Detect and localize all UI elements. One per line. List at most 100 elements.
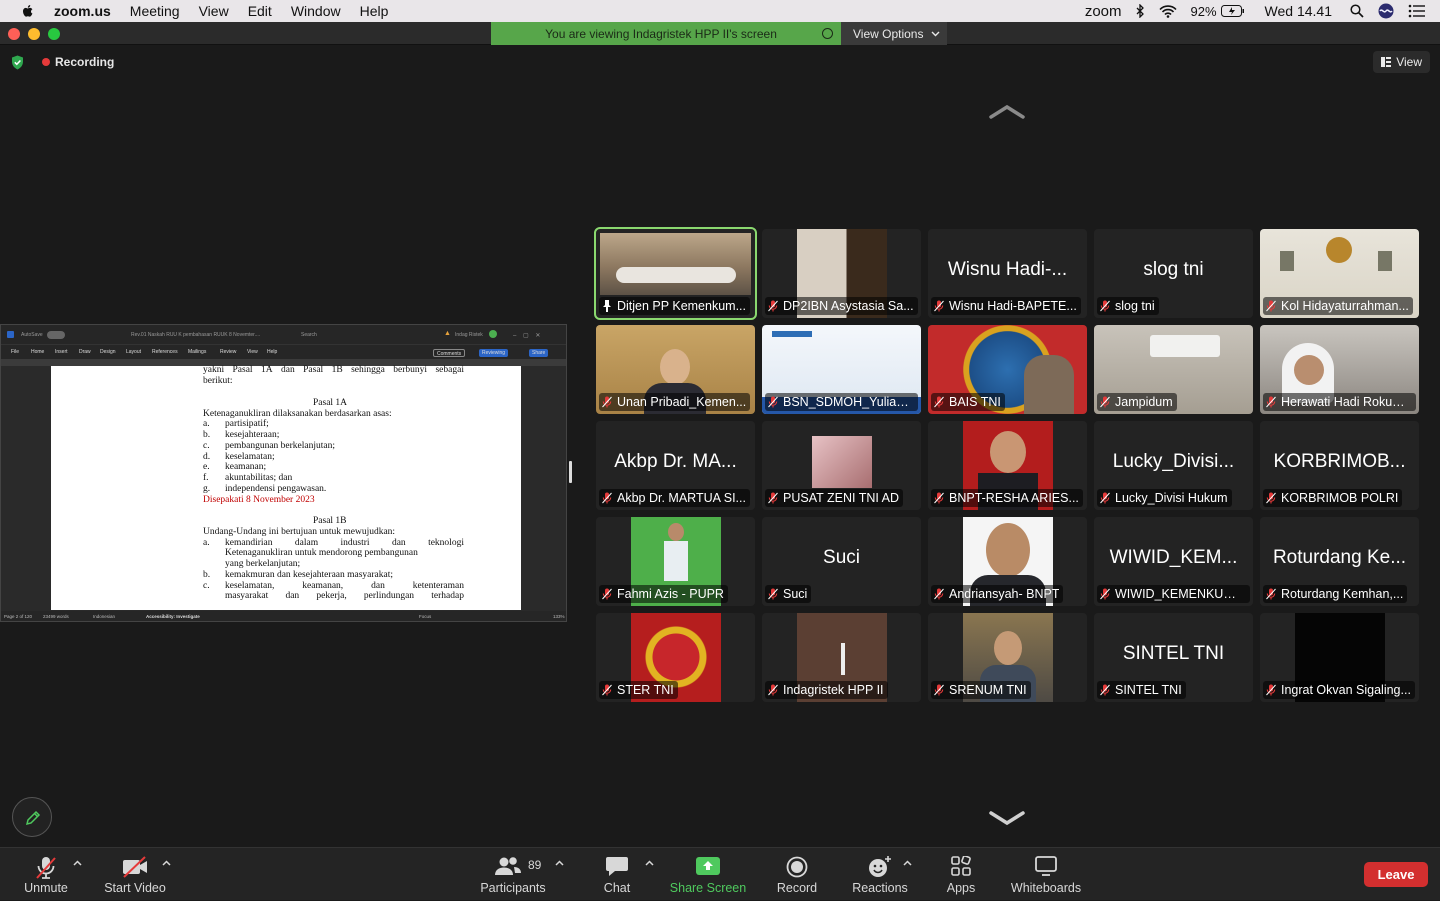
participant-tile[interactable]: PUSAT ZENI TNI AD [762, 421, 921, 510]
muted-mic-icon [1266, 492, 1276, 504]
pin-icon [603, 300, 611, 312]
participant-tile[interactable]: SINTEL TNI SINTEL TNI [1094, 613, 1253, 702]
participant-tile[interactable]: Indagristek HPP II [762, 613, 921, 702]
muted-mic-icon [768, 396, 778, 408]
participant-tile[interactable]: WIWID_KEM... WIWID_KEMENKUMH... [1094, 517, 1253, 606]
word-status-zoom: 133% [553, 614, 565, 619]
participant-tile[interactable]: Kol Hidayaturrahman... [1260, 229, 1419, 318]
participant-tile[interactable]: Ditjen PP Kemenkum... [594, 227, 757, 320]
participant-name-label: Kol Hidayaturrahman... [1263, 297, 1413, 315]
participant-name: Ditjen PP Kemenkum... [617, 299, 746, 313]
recording-indicator[interactable]: Recording [42, 55, 114, 69]
participant-tile[interactable]: Fahmi Azis - PUPR [596, 517, 755, 606]
start-video-label: Start Video [104, 881, 166, 895]
close-window-button[interactable] [8, 28, 20, 40]
participant-video [1294, 355, 1324, 385]
reactions-caret-icon[interactable] [903, 859, 912, 868]
participant-tile[interactable]: STER TNI [596, 613, 755, 702]
muted-mic-icon [1100, 492, 1110, 504]
view-grid-icon [1381, 57, 1392, 67]
start-video-button[interactable]: Start Video [98, 848, 172, 901]
shared-screen[interactable]: AutoSave Rev.01 Naskah RUU K pembahasan … [0, 324, 567, 622]
record-button[interactable]: Record [772, 848, 822, 901]
word-status-accessibility: Accessibility: Investigate [146, 614, 200, 619]
menubar-clock[interactable]: Wed 14.41 [1265, 3, 1332, 19]
info-icon[interactable] [822, 28, 833, 39]
whiteboards-button[interactable]: Whiteboards [1006, 848, 1086, 901]
zoom-window-button[interactable] [48, 28, 60, 40]
participant-name-label: KORBRIMOB POLRI [1263, 489, 1403, 507]
participant-tile[interactable]: Ingrat Okvan Sigaling... [1260, 613, 1419, 702]
share-screen-button[interactable]: Share Screen [666, 848, 750, 901]
menu-view[interactable]: View [199, 3, 229, 19]
participant-tile[interactable]: slog tni slog tni [1094, 229, 1253, 318]
share-screen-icon [696, 857, 720, 875]
participant-tile[interactable]: DP2IBN Asystasia Sa... [762, 229, 921, 318]
menu-app-name[interactable]: zoom.us [54, 3, 111, 19]
control-center-icon[interactable] [1408, 4, 1426, 18]
menu-help[interactable]: Help [360, 3, 389, 19]
doc-list-item: partisipatif; [225, 419, 269, 429]
participant-name: KORBRIMOB POLRI [1281, 491, 1399, 505]
zoom-status-label[interactable]: zoom [1085, 3, 1122, 20]
muted-mic-icon [768, 300, 778, 312]
participant-tile[interactable]: BSN_SDMOH_Yuliand... [762, 325, 921, 414]
participant-tile[interactable]: Jampidum [1094, 325, 1253, 414]
participant-tile[interactable]: Herawati Hadi Rokum... [1260, 325, 1419, 414]
participant-tile[interactable]: BNPT-RESHA ARIES... [928, 421, 1087, 510]
audio-options-caret-icon[interactable] [73, 859, 82, 868]
participants-count: 89 [528, 858, 542, 872]
chevron-down-icon [931, 31, 940, 36]
leave-button[interactable]: Leave [1364, 862, 1428, 887]
participant-tile[interactable]: Lucky_Divisi... Lucky_Divisi Hukum [1094, 421, 1253, 510]
minimize-window-button[interactable] [28, 28, 40, 40]
participant-tile[interactable]: BAIS TNI [928, 325, 1087, 414]
participant-tile[interactable]: Unan Pribadi_Kemen... [596, 325, 755, 414]
participant-tile[interactable]: Roturdang Ke... Roturdang Kemhan,... [1260, 517, 1419, 606]
doc-list-marker: g. [203, 484, 211, 494]
participant-tile[interactable]: Andriansyah- BNPT [928, 517, 1087, 606]
autosave-label: AutoSave [21, 332, 43, 338]
participant-display-name: Suci [823, 547, 860, 568]
muted-mic-icon [1266, 396, 1276, 408]
spotlight-search-icon[interactable] [1350, 4, 1364, 18]
participant-name-label: Akbp Dr. MARTUA SI... [599, 489, 750, 507]
participant-tile[interactable]: Suci Suci [762, 517, 921, 606]
wifi-icon[interactable] [1158, 4, 1177, 18]
apps-label: Apps [946, 881, 976, 895]
unmute-button[interactable]: Unmute [18, 848, 74, 901]
menu-edit[interactable]: Edit [248, 3, 272, 19]
participant-video [841, 643, 845, 675]
doc-list-marker: b. [203, 570, 211, 580]
view-options-button[interactable]: View Options [841, 22, 947, 45]
apps-icon [951, 856, 971, 876]
chat-button[interactable]: Chat [596, 848, 638, 901]
muted-mic-icon [768, 684, 778, 696]
bluetooth-icon[interactable] [1136, 4, 1145, 18]
doc-list-item: Ketenaganukliran untuk mendorong pembang… [225, 548, 418, 558]
gallery-page-up-icon[interactable] [988, 103, 1026, 121]
participant-tile[interactable]: Akbp Dr. MA... Akbp Dr. MARTUA SI... [596, 421, 755, 510]
annotate-button[interactable] [12, 797, 52, 837]
muted-mic-icon [768, 492, 778, 504]
apps-button[interactable]: Apps [940, 848, 982, 901]
participant-tile[interactable]: Wisnu Hadi-... Wisnu Hadi-BAPETE... [928, 229, 1087, 318]
video-options-caret-icon[interactable] [162, 859, 171, 868]
participant-tile[interactable]: SRENUM TNI [928, 613, 1087, 702]
apple-icon[interactable] [20, 3, 36, 19]
gallery-page-down-icon[interactable] [988, 809, 1026, 827]
battery-icon[interactable] [1220, 5, 1245, 17]
menu-meeting[interactable]: Meeting [130, 3, 180, 19]
participants-caret-icon[interactable] [555, 859, 564, 868]
reactions-button[interactable]: Reactions [850, 848, 910, 901]
chat-caret-icon[interactable] [645, 859, 654, 868]
participant-tile[interactable]: KORBRIMOB... KORBRIMOB POLRI [1260, 421, 1419, 510]
participants-button[interactable]: 89 Participants [476, 848, 550, 901]
view-button-label: View [1396, 55, 1422, 69]
menu-window[interactable]: Window [291, 3, 341, 19]
siri-icon[interactable] [1378, 3, 1394, 19]
doc-list-marker: a. [203, 538, 210, 548]
participant-name-label: SRENUM TNI [931, 681, 1031, 699]
view-button[interactable]: View [1373, 51, 1430, 73]
security-shield-icon[interactable] [11, 55, 24, 70]
